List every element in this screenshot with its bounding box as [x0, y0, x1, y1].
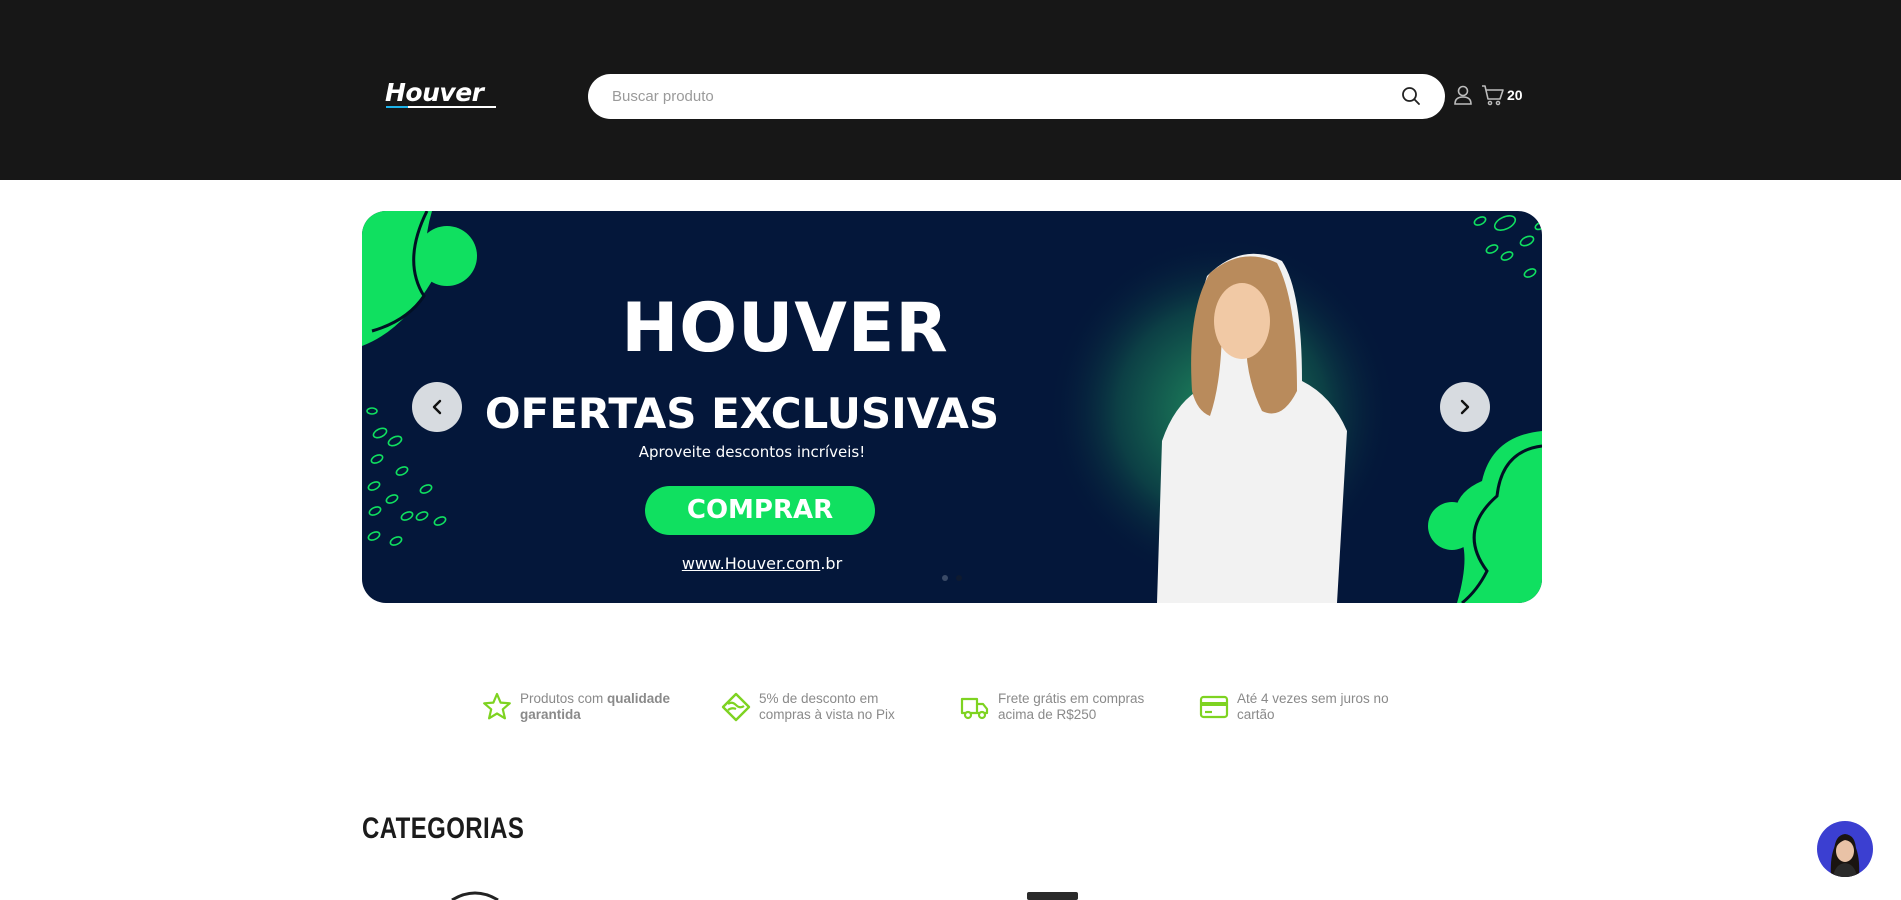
category-thumb-2[interactable] — [1025, 890, 1080, 900]
carousel-next-button[interactable] — [1440, 382, 1490, 432]
logo-accent — [386, 106, 408, 108]
banner-tagline: Aproveite descontos incríveis! — [638, 443, 866, 461]
carousel-dot-2[interactable] — [956, 575, 962, 581]
banner-subtitle: OFERTAS EXCLUSIVAS — [484, 389, 1000, 438]
logo[interactable]: Houver — [385, 78, 497, 108]
search-input[interactable] — [612, 74, 1372, 119]
star-icon — [483, 692, 511, 720]
banner-title: HOUVER — [621, 289, 949, 368]
category-thumb-1[interactable] — [450, 890, 500, 900]
pix-icon — [721, 692, 751, 722]
carousel-dot-1[interactable] — [942, 575, 948, 581]
chat-assistant-button[interactable] — [1817, 821, 1873, 877]
feature-pix: 5% de desconto em compras à vista no Pix — [721, 690, 906, 724]
banner-url-tld: .br — [820, 554, 843, 573]
feature-installments-text: Até 4 vezes sem juros no cartão — [1237, 691, 1389, 722]
search-bar — [588, 74, 1445, 119]
feature-shipping-text: Frete grátis em compras acima de R$250 — [998, 691, 1145, 722]
banner-buy-button[interactable]: COMPRAR — [645, 486, 875, 535]
chevron-left-icon — [432, 399, 442, 415]
cart-icon[interactable] — [1481, 84, 1505, 106]
feature-quality-lead: Produtos com — [520, 691, 608, 706]
feature-installments: Até 4 vezes sem juros no cartão — [1199, 690, 1399, 724]
feature-quality-text: Produtos com qualidade garantida — [520, 691, 682, 723]
cart-count-badge[interactable]: 20 — [1507, 87, 1523, 103]
logo-text: Houver — [385, 78, 484, 107]
search-icon[interactable] — [1400, 85, 1422, 107]
chat-avatar-icon — [1830, 834, 1860, 877]
banner-url-domain: www.Houver.com — [681, 554, 821, 573]
feature-shipping: Frete grátis em compras acima de R$250 — [960, 690, 1160, 724]
credit-card-icon — [1199, 695, 1229, 719]
user-icon[interactable] — [1453, 84, 1473, 106]
hero-banner[interactable]: HOUVER OFERTAS EXCLUSIVAS Aproveite desc… — [362, 211, 1542, 603]
categories-heading: CATEGORIAS — [362, 812, 525, 845]
truck-icon — [960, 697, 989, 720]
feature-pix-text: 5% de desconto em compras à vista no Pix — [759, 691, 895, 722]
feature-quality: Produtos com qualidade garantida — [482, 690, 682, 724]
banner-url: www.Houver.com.br — [642, 554, 882, 573]
carousel-prev-button[interactable] — [412, 382, 462, 432]
chevron-right-icon — [1460, 399, 1470, 415]
